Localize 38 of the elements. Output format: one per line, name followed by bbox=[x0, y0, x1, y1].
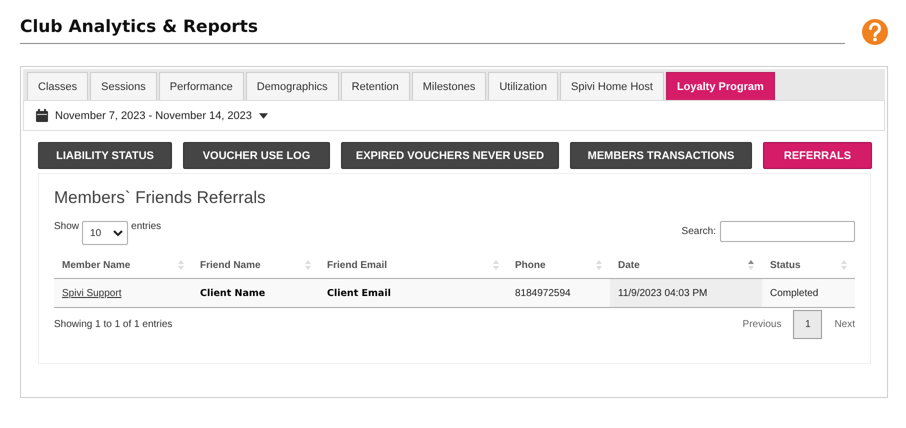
caret-icon[interactable] bbox=[258, 112, 268, 118]
tab[interactable]: Sessions bbox=[90, 72, 157, 100]
search-field[interactable] bbox=[720, 221, 855, 242]
table-cell: 11/9/2023 04:03 PM bbox=[610, 278, 762, 308]
chevron-icon[interactable] bbox=[113, 230, 124, 236]
table-cell: Client Name bbox=[192, 278, 319, 308]
report-button[interactable]: EXPIRED VOUCHERS NEVER USED bbox=[341, 142, 559, 169]
table-cell: Client Email bbox=[319, 278, 507, 308]
search-label: Search: bbox=[682, 226, 716, 237]
member-link[interactable]: Spivi Support bbox=[62, 288, 122, 298]
help-icon[interactable] bbox=[861, 18, 889, 46]
page-title: Club Analytics & Reports bbox=[20, 14, 845, 44]
next-link[interactable]: Next bbox=[834, 319, 855, 330]
tab[interactable]: Spivi Home Host bbox=[560, 72, 664, 100]
date-range[interactable]: November 7, 2023 - November 14, 2023 bbox=[55, 110, 252, 122]
entries-label: entries bbox=[131, 221, 162, 232]
tab[interactable]: Demographics bbox=[246, 72, 339, 100]
sort-icon[interactable] bbox=[748, 259, 754, 271]
tab[interactable]: Performance bbox=[158, 72, 244, 100]
report-button[interactable]: MEMBERS TRANSACTIONS bbox=[570, 142, 752, 169]
table-cell: 8184972594 bbox=[507, 278, 610, 308]
page-button[interactable]: 1 bbox=[793, 310, 822, 339]
section-title: Members` Friends Referrals bbox=[54, 188, 267, 208]
report-button[interactable]: VOUCHER USE LOG bbox=[183, 142, 330, 169]
previous-link[interactable]: Previous bbox=[742, 319, 782, 330]
tab[interactable]: Milestones bbox=[412, 72, 486, 100]
table-cell[interactable]: Spivi Support bbox=[54, 278, 192, 308]
tab[interactable]: Retention bbox=[340, 72, 410, 100]
report-button[interactable]: LIABILITY STATUS bbox=[38, 142, 172, 169]
calendar-icon bbox=[36, 109, 48, 122]
tab[interactable]: Loyalty Program bbox=[666, 72, 775, 100]
show-label: Show bbox=[54, 221, 80, 232]
tab[interactable]: Utilization bbox=[488, 72, 558, 100]
table-cell: Completed bbox=[762, 278, 855, 308]
table-info: Showing 1 to 1 of 1 entries bbox=[54, 319, 172, 330]
entries-select[interactable]: 10 bbox=[82, 221, 128, 245]
report-button[interactable]: REFERRALS bbox=[763, 142, 872, 169]
tab[interactable]: Classes bbox=[27, 72, 88, 100]
